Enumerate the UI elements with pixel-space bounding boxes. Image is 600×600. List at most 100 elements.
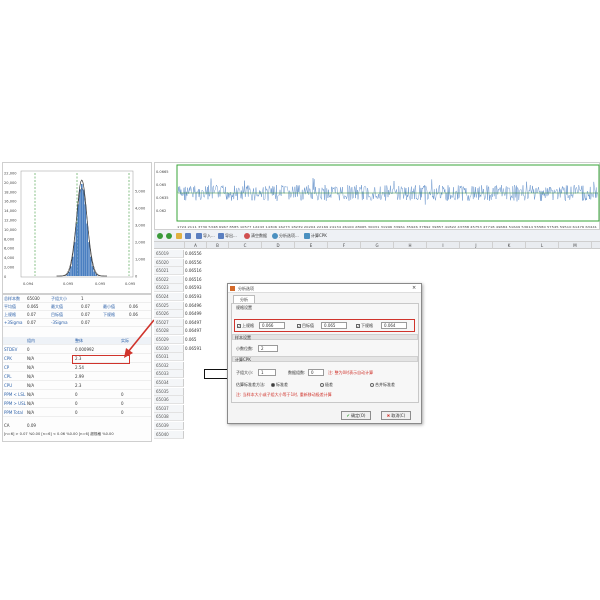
row-header[interactable]: 65033 (154, 370, 184, 379)
row-header[interactable]: 65025 (154, 301, 184, 310)
row-header[interactable]: 65022 (154, 275, 184, 284)
summary-cell: 65030 (27, 296, 40, 301)
ok-button[interactable]: ✔ 确定(O) (341, 411, 371, 420)
row-header[interactable]: 65038 (154, 413, 184, 422)
tab-analysis[interactable]: 分析 (233, 295, 255, 303)
column-header-a[interactable]: A (185, 242, 207, 249)
capability-cell: 0 (27, 347, 30, 352)
cpk-section-bar: 计算CPK (232, 356, 418, 362)
row-header[interactable]: 65021 (154, 267, 184, 276)
sets-stepper[interactable]: 0 (308, 369, 324, 376)
method-pooled-radio[interactable]: 合并标准差 (370, 382, 395, 388)
row-header[interactable]: 65039 (154, 422, 184, 430)
close-icon[interactable]: × (412, 284, 416, 293)
export-button[interactable]: 导出... (218, 232, 237, 240)
column-header-m[interactable]: M (559, 242, 592, 249)
lsl-input[interactable]: 0.064 (381, 322, 407, 329)
back-button[interactable] (157, 232, 163, 240)
save-button[interactable] (185, 232, 191, 240)
row-header[interactable]: 65037 (154, 404, 184, 413)
radio-icon (370, 383, 374, 387)
hist-left-tick: 14,000 (4, 209, 17, 213)
row-header[interactable]: 65035 (154, 387, 184, 396)
cell-value[interactable]: 0.06593 (185, 293, 202, 301)
capability-header-cell: 组内 (27, 338, 35, 343)
row-header[interactable]: 65032 (154, 361, 184, 370)
target-checkbox[interactable]: ✓目标值 (297, 323, 314, 329)
row-header[interactable]: 65031 (154, 353, 184, 362)
column-header-g[interactable]: G (361, 242, 394, 249)
row-header[interactable]: 65020 (154, 258, 184, 267)
forward-button[interactable] (166, 232, 172, 240)
cell-value[interactable]: 0.06516 (185, 276, 202, 284)
row-header[interactable]: 65024 (154, 293, 184, 301)
summary-cell: 最大值 (51, 304, 63, 309)
method-range-radio[interactable]: 极差 (320, 382, 333, 388)
capability-cell: 2.99 (75, 374, 84, 379)
hist-bar (84, 204, 87, 276)
capability-cell: 2.54 (75, 365, 84, 370)
method-stdev-label: 标准差 (276, 382, 288, 387)
row-header[interactable]: 65028 (154, 327, 184, 336)
row-header[interactable]: 65029 (154, 336, 184, 344)
open-button[interactable] (176, 232, 182, 240)
method-stdev-radio[interactable]: 标准差 (271, 382, 288, 388)
calc-cpk-label: 计算CPK (311, 233, 327, 238)
cell-value[interactable]: 0.06556 (185, 259, 202, 267)
cancel-button[interactable]: ✖ 取消(C) (381, 411, 411, 420)
import-button[interactable]: 导入... (196, 232, 215, 240)
column-header-i[interactable]: I (427, 242, 460, 249)
capability-cell: 0 (75, 392, 78, 397)
cell-value[interactable]: 0.06497 (185, 327, 202, 335)
target-input[interactable]: 0.065 (321, 322, 347, 329)
row-header[interactable]: 65036 (154, 396, 184, 405)
column-header-j[interactable]: J (460, 242, 493, 249)
back-arrow-icon (157, 233, 163, 239)
cell-value[interactable]: 0.06556 (185, 250, 202, 258)
column-header-f[interactable]: F (328, 242, 361, 249)
row-header[interactable]: 65030 (154, 344, 184, 353)
row-header[interactable]: 65019 (154, 250, 184, 258)
capability-cell: 0.000992 (75, 347, 95, 352)
cell-value[interactable]: 0.065 (185, 336, 196, 344)
calc-cpk-button[interactable]: 计算CPK (304, 232, 327, 240)
column-header-l[interactable]: L (526, 242, 559, 249)
capability-cell: N/A (27, 392, 35, 397)
row-header[interactable]: 65027 (154, 318, 184, 327)
hist-bar (75, 223, 78, 276)
column-header-b[interactable]: B (207, 242, 229, 249)
cell-value[interactable]: 0.06496 (185, 302, 202, 310)
capability-cell: CPU (4, 383, 13, 388)
toolbar: 导入... 导出... 清空数据 分析选项... 计算CPK (154, 230, 600, 242)
summary-cell: 1 (81, 296, 84, 301)
checkbox-checked-icon: ✓ (297, 324, 301, 328)
cell-value[interactable]: 0.06593 (185, 284, 202, 292)
clear-data-button[interactable]: 清空数据 (244, 232, 267, 240)
hist-bar (82, 189, 85, 276)
analysis-options-button[interactable]: 分析选项... (272, 232, 299, 240)
summary-cell: 0.07 (81, 320, 90, 325)
subgroup-stepper[interactable]: 1 (258, 369, 276, 376)
usl-input[interactable]: 0.066 (259, 322, 285, 329)
cell-value[interactable]: 0.06516 (185, 267, 202, 275)
cell-value[interactable]: 0.06497 (185, 319, 202, 327)
usl-checkbox[interactable]: ✓上规格 (237, 323, 254, 329)
cell-value[interactable]: 0.06499 (185, 310, 202, 318)
cell-value[interactable]: 0.06591 (185, 345, 202, 353)
column-header-e[interactable]: E (295, 242, 328, 249)
lsl-checkbox[interactable]: ✓下规格 (356, 323, 373, 329)
trend-y-tick: 0.0635 (156, 196, 169, 200)
column-header-d[interactable]: D (262, 242, 295, 249)
sample-section-bar: 样本设置 (232, 334, 418, 340)
row-header[interactable]: 65023 (154, 284, 184, 293)
column-header-c[interactable]: C (229, 242, 262, 249)
hist-bar (88, 242, 90, 276)
row-header[interactable]: 65026 (154, 310, 184, 319)
decimals-stepper[interactable]: 2 (258, 345, 278, 352)
row-header[interactable]: 65034 (154, 379, 184, 387)
ca-label: CA (4, 423, 10, 428)
row-header[interactable]: 65040 (154, 430, 184, 439)
hist-left-tick: 8,000 (4, 237, 15, 241)
column-header-h[interactable]: H (394, 242, 427, 249)
column-header-k[interactable]: K (493, 242, 526, 249)
